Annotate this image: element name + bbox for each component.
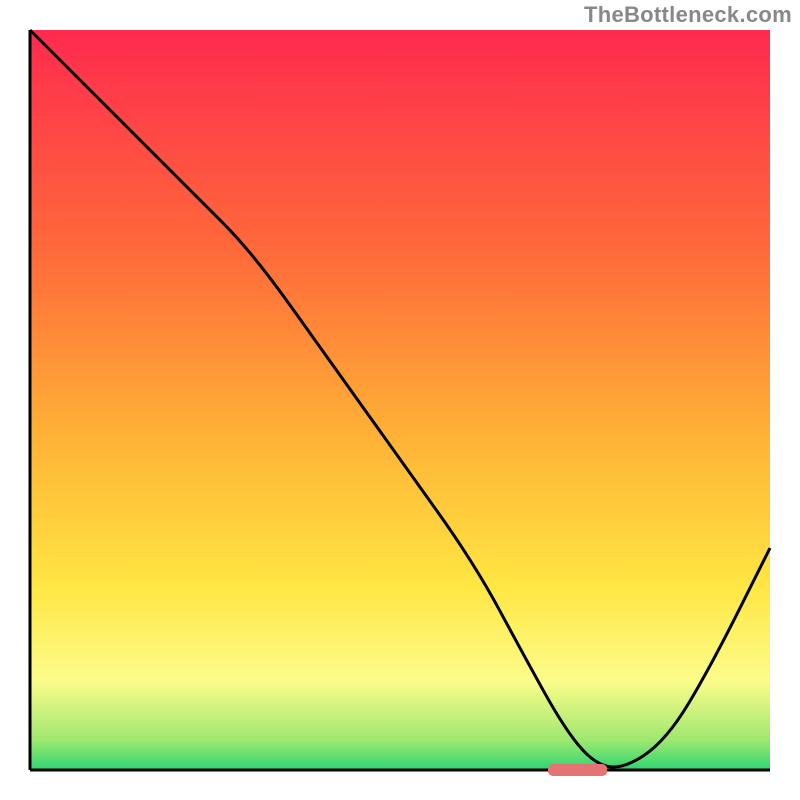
watermark-text: TheBottleneck.com [584, 2, 792, 28]
bottleneck-chart [0, 0, 800, 800]
optimal-marker [548, 764, 607, 776]
